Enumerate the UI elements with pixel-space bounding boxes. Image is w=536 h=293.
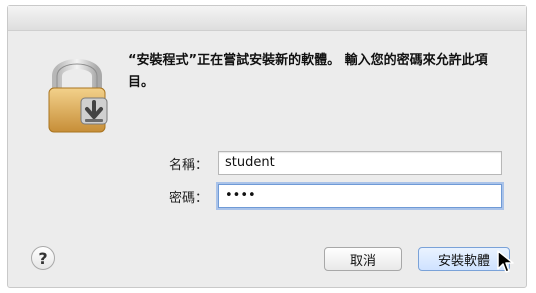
password-label: 密碼： (168, 191, 208, 206)
cancel-button[interactable]: 取消 (324, 247, 402, 271)
lock-icon (48, 59, 108, 133)
username-row: 名稱： student (8, 151, 526, 175)
dialog-topbar (8, 6, 526, 31)
help-button[interactable]: ? (31, 246, 55, 270)
username-field[interactable]: student (218, 151, 502, 175)
dialog-message: “安裝程式”正在嘗試安裝新的軟體。 輸入您的密碼來允許此項目。 (128, 53, 488, 90)
password-field[interactable]: •••• (218, 184, 502, 208)
arrow-cursor-icon (497, 250, 514, 273)
username-label: 名稱： (168, 158, 208, 173)
password-row: 密碼： •••• (8, 184, 526, 208)
authentication-dialog: “安裝程式”正在嘗試安裝新的軟體。 輸入您的密碼來允許此項目。 名稱： stud… (7, 5, 527, 288)
